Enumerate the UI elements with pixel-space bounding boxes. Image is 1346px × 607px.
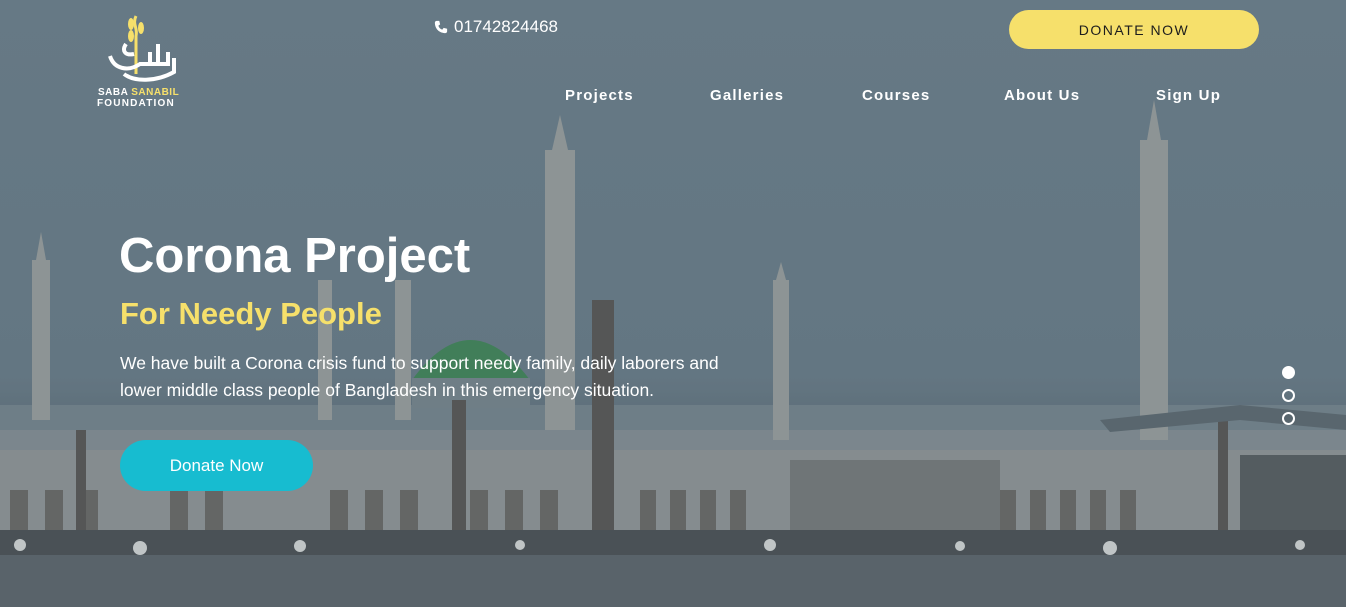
hero-title: Corona Project xyxy=(119,229,471,283)
hero-description: We have built a Corona crisis fund to su… xyxy=(120,353,719,400)
nav-item-projects[interactable]: Projects xyxy=(565,87,634,104)
donate-now-header-button[interactable]: DONATE NOW xyxy=(1009,10,1259,49)
hero-subtitle: For Needy People xyxy=(120,296,382,331)
phone-number: 01742824468 xyxy=(454,17,559,36)
phone-contact[interactable]: 01742824468 xyxy=(434,17,558,37)
donate-now-hero-button[interactable]: Donate Now xyxy=(120,440,313,491)
carousel-dot-2[interactable] xyxy=(1282,389,1295,402)
phone-icon xyxy=(434,20,448,34)
carousel-indicators xyxy=(1282,366,1296,435)
nav-item-galleries[interactable]: Galleries xyxy=(710,87,784,104)
wheat-calligraphy-logo-icon xyxy=(108,15,176,82)
carousel-dot-3[interactable] xyxy=(1282,412,1295,425)
carousel-dot-1[interactable] xyxy=(1282,366,1295,379)
nav-item-about-us[interactable]: About Us xyxy=(1004,87,1080,104)
nav-item-sign-up[interactable]: Sign Up xyxy=(1156,87,1221,104)
nav-item-courses[interactable]: Courses xyxy=(862,87,930,104)
main-nav: Projects Galleries Courses About Us Sign… xyxy=(0,87,1346,107)
